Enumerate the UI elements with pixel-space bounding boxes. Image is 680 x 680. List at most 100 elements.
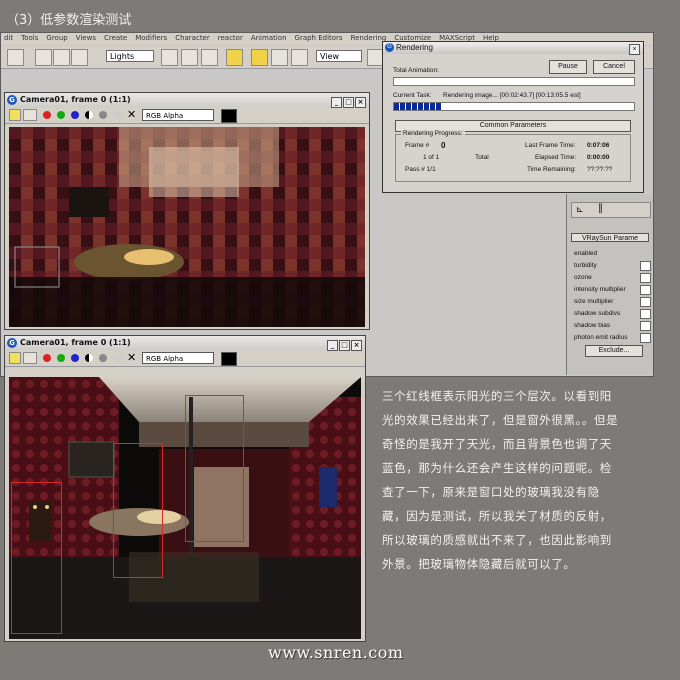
clear-icon[interactable]: [113, 354, 121, 362]
max-logo-icon: G: [385, 43, 394, 52]
menu-item[interactable]: reactor: [215, 33, 248, 42]
cancel-button[interactable]: Cancel: [593, 60, 635, 74]
top-vfb-titlebar: G Camera01, frame 0 (1:1) _ □ ×: [5, 93, 369, 108]
color-swatch: [221, 109, 237, 123]
blue-channel-icon[interactable]: [71, 111, 79, 119]
param-shadow-subdivs: shadow subdivs: [574, 310, 621, 317]
pin-stack-icon[interactable]: ⊾: [576, 204, 584, 215]
close-vfb-x-icon[interactable]: ✕: [127, 108, 136, 121]
menu-item[interactable]: Group: [43, 33, 72, 42]
menu-item[interactable]: Character: [172, 33, 215, 42]
current-task-label: Current Task:: [393, 92, 432, 99]
command-panel: ⊾ ∥ VRaySun Parame enabled turbidity ozo…: [566, 194, 653, 375]
bottom-channel-select[interactable]: RGB Alpha: [142, 352, 214, 364]
menu-item[interactable]: Animation: [248, 33, 292, 42]
top-channel-select[interactable]: RGB Alpha: [142, 109, 214, 121]
photon-radius-spinner[interactable]: [640, 333, 651, 343]
sunlight-layer-box-3: [185, 395, 244, 542]
select-arrow-icon[interactable]: [161, 49, 178, 66]
elapsed-time-value: 0:00:00: [587, 154, 610, 161]
link-icon[interactable]: [35, 49, 52, 66]
time-remaining-value: ??:??:??: [587, 166, 613, 173]
green-channel-icon[interactable]: [57, 111, 65, 119]
current-task-progress-fill: [394, 103, 442, 110]
frame-value: 0: [441, 141, 446, 150]
rendering-progress-label: Rendering Progress:: [401, 130, 465, 137]
save-icon[interactable]: [9, 109, 21, 121]
pause-button[interactable]: Pause: [549, 60, 587, 74]
alpha-channel-icon[interactable]: [85, 354, 93, 362]
menu-item[interactable]: Create: [101, 33, 132, 42]
vraysun-rollout[interactable]: VRaySun Parame: [571, 233, 649, 242]
sunlight-layer-box-2: [113, 443, 163, 578]
bottom-vfb-titlebar: G Camera01, frame 0 (1:1) _ □ ×: [5, 336, 365, 351]
clear-icon[interactable]: [113, 111, 121, 119]
mono-icon[interactable]: [99, 111, 107, 119]
alpha-channel-icon[interactable]: [85, 111, 93, 119]
rendering-window-buttons: ×: [628, 43, 640, 55]
unlink-icon[interactable]: [53, 49, 70, 66]
red-channel-icon[interactable]: [43, 111, 51, 119]
move-icon[interactable]: [251, 49, 268, 66]
max-logo-icon: G: [7, 95, 17, 105]
top-frame-buffer-window: G Camera01, frame 0 (1:1) _ □ × ✕ RGB Alph…: [4, 92, 370, 330]
menu-item[interactable]: Graph Editors: [292, 33, 348, 42]
shadow-subdivs-spinner[interactable]: [640, 309, 651, 319]
panel-toolbar: ⊾ ∥: [571, 202, 651, 218]
save-icon[interactable]: [9, 352, 21, 364]
blue-channel-icon[interactable]: [71, 354, 79, 362]
bind-spacewarp-icon[interactable]: [71, 49, 88, 66]
top-vfb-toolbar: ✕ RGB Alpha: [5, 107, 369, 124]
last-frame-time-value: 0:07:06: [587, 142, 610, 149]
exclude-button[interactable]: Exclude...: [585, 345, 643, 357]
undo-icon[interactable]: [7, 49, 24, 66]
current-task-progress: [393, 102, 635, 111]
frame-of-total: 1 of 1: [423, 154, 440, 161]
menu-item[interactable]: Tools: [18, 33, 43, 42]
page-heading: （3）低参数渲染测试: [6, 13, 132, 28]
show-end-result-icon[interactable]: ∥: [598, 203, 603, 214]
frame-label: Frame #: [405, 142, 430, 149]
selection-filter-select[interactable]: Lights: [106, 50, 154, 62]
param-ozone: ozone: [574, 274, 592, 281]
menu-item[interactable]: Views: [73, 33, 101, 42]
rect-select-icon[interactable]: [201, 49, 218, 66]
rendering-titlebar: G Rendering ×: [383, 42, 643, 55]
turbidity-spinner[interactable]: [640, 261, 651, 271]
scale-icon[interactable]: [291, 49, 308, 66]
green-channel-icon[interactable]: [57, 354, 65, 362]
rotate-icon[interactable]: [271, 49, 288, 66]
total-animation-label: Total Animation:: [393, 67, 439, 74]
size-spinner[interactable]: [640, 297, 651, 307]
red-channel-icon[interactable]: [43, 354, 51, 362]
param-shadow-bias: shadow bias: [574, 322, 611, 329]
param-photon-emit-radius: photon emit radius: [574, 334, 628, 341]
intensity-spinner[interactable]: [640, 285, 651, 295]
ozone-spinner[interactable]: [640, 273, 651, 283]
menu-item[interactable]: Modifiers: [132, 33, 172, 42]
description-text: 三个红线框表示阳光的三个层次。以看到阳光的效果已经出来了，但是窗外很黑。。但是奇…: [382, 389, 619, 571]
rendering-dialog: G Rendering × Pause Cancel Total Animati…: [382, 41, 644, 193]
reference-coordinate-select[interactable]: View: [316, 50, 362, 62]
close-icon[interactable]: ×: [629, 44, 640, 55]
param-intensity-multiplier: intensity multiplier: [574, 286, 626, 293]
menu-item[interactable]: dit: [1, 33, 18, 42]
shadow-bias-spinner[interactable]: [640, 321, 651, 331]
color-swatch: [221, 352, 237, 366]
param-turbidity: turbidity: [574, 262, 597, 269]
close-vfb-x-icon[interactable]: ✕: [127, 351, 136, 364]
total-animation-progress: [393, 77, 635, 86]
param-enabled: enabled: [574, 250, 598, 257]
select-by-name-icon[interactable]: [181, 49, 198, 66]
param-size-multiplier: size multiplier: [574, 298, 614, 305]
total-label: Total: [475, 154, 489, 161]
last-frame-time-label: Last Frame Time:: [525, 142, 576, 149]
clone-icon[interactable]: [23, 109, 37, 121]
clone-icon[interactable]: [23, 352, 37, 364]
bottom-vfb-title: Camera01, frame 0 (1:1): [20, 338, 131, 347]
window-crossing-icon[interactable]: [226, 49, 243, 66]
current-task-value: Rendering image... [00:02:43.7] [00:13:0…: [443, 92, 581, 99]
mono-icon[interactable]: [99, 354, 107, 362]
rendering-dialog-title: Rendering: [396, 43, 433, 52]
bottom-frame-buffer-window: G Camera01, frame 0 (1:1) _ □ × ✕ RGB Alph…: [4, 335, 366, 642]
